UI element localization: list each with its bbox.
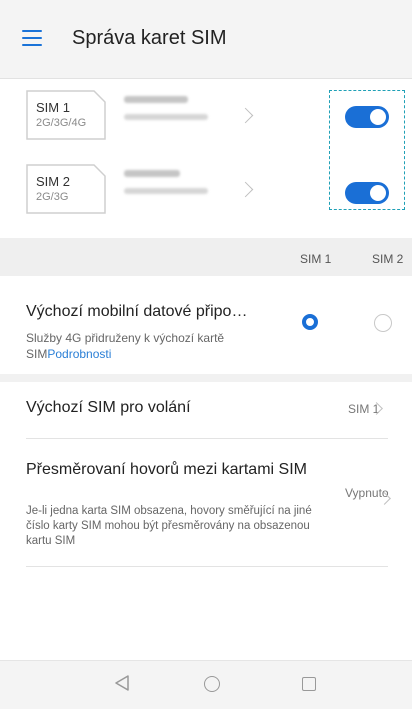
system-navigation-bar (0, 660, 412, 709)
back-icon[interactable] (114, 674, 130, 692)
call-forwarding-description: Je-li jedna karta SIM obsazena, hovory s… (26, 505, 312, 547)
call-forwarding-value: Vypnuto (345, 486, 389, 500)
sim-column-header: SIM 1 SIM 2 (0, 238, 412, 276)
default-call-sim-title[interactable]: Výchozí SIM pro volání (26, 399, 191, 417)
column-label-sim2: SIM 2 (372, 252, 404, 266)
default-data-subtitle: Služby 4G přidruženy k výchozí kartě SIM… (26, 331, 225, 361)
hamburger-menu-icon[interactable] (22, 30, 42, 46)
data-sim2-radio[interactable] (374, 314, 392, 332)
data-sim1-radio[interactable] (302, 314, 318, 330)
sim-bands: 2G/3G/4G (36, 117, 87, 129)
column-label-sim1: SIM 1 (300, 252, 332, 266)
phone-number-blurred (124, 188, 208, 194)
page-title: Správa karet SIM (72, 27, 227, 49)
sim-name: SIM 1 (36, 100, 70, 115)
details-link[interactable]: Podrobnosti (47, 347, 111, 361)
app-header: Správa karet SIM (0, 0, 412, 79)
carrier-name-blurred (124, 170, 180, 177)
sim-name: SIM 2 (36, 174, 70, 189)
call-forwarding-title[interactable]: Přesměrovaní hovorů mezi kartami SIM (26, 460, 326, 480)
sim-bands: 2G/3G (36, 191, 69, 203)
recent-apps-icon[interactable] (302, 677, 316, 691)
carrier-name-blurred (124, 96, 188, 103)
row-divider (26, 566, 388, 567)
home-icon[interactable] (204, 676, 220, 692)
section-divider (0, 374, 412, 382)
chevron-right-icon (237, 181, 254, 198)
row-divider (26, 438, 388, 439)
default-data-title[interactable]: Výchozí mobilní datové připo… (26, 303, 247, 321)
phone-number-blurred (124, 114, 208, 120)
toggle-highlight-frame (329, 90, 405, 210)
chevron-right-icon (237, 107, 254, 124)
